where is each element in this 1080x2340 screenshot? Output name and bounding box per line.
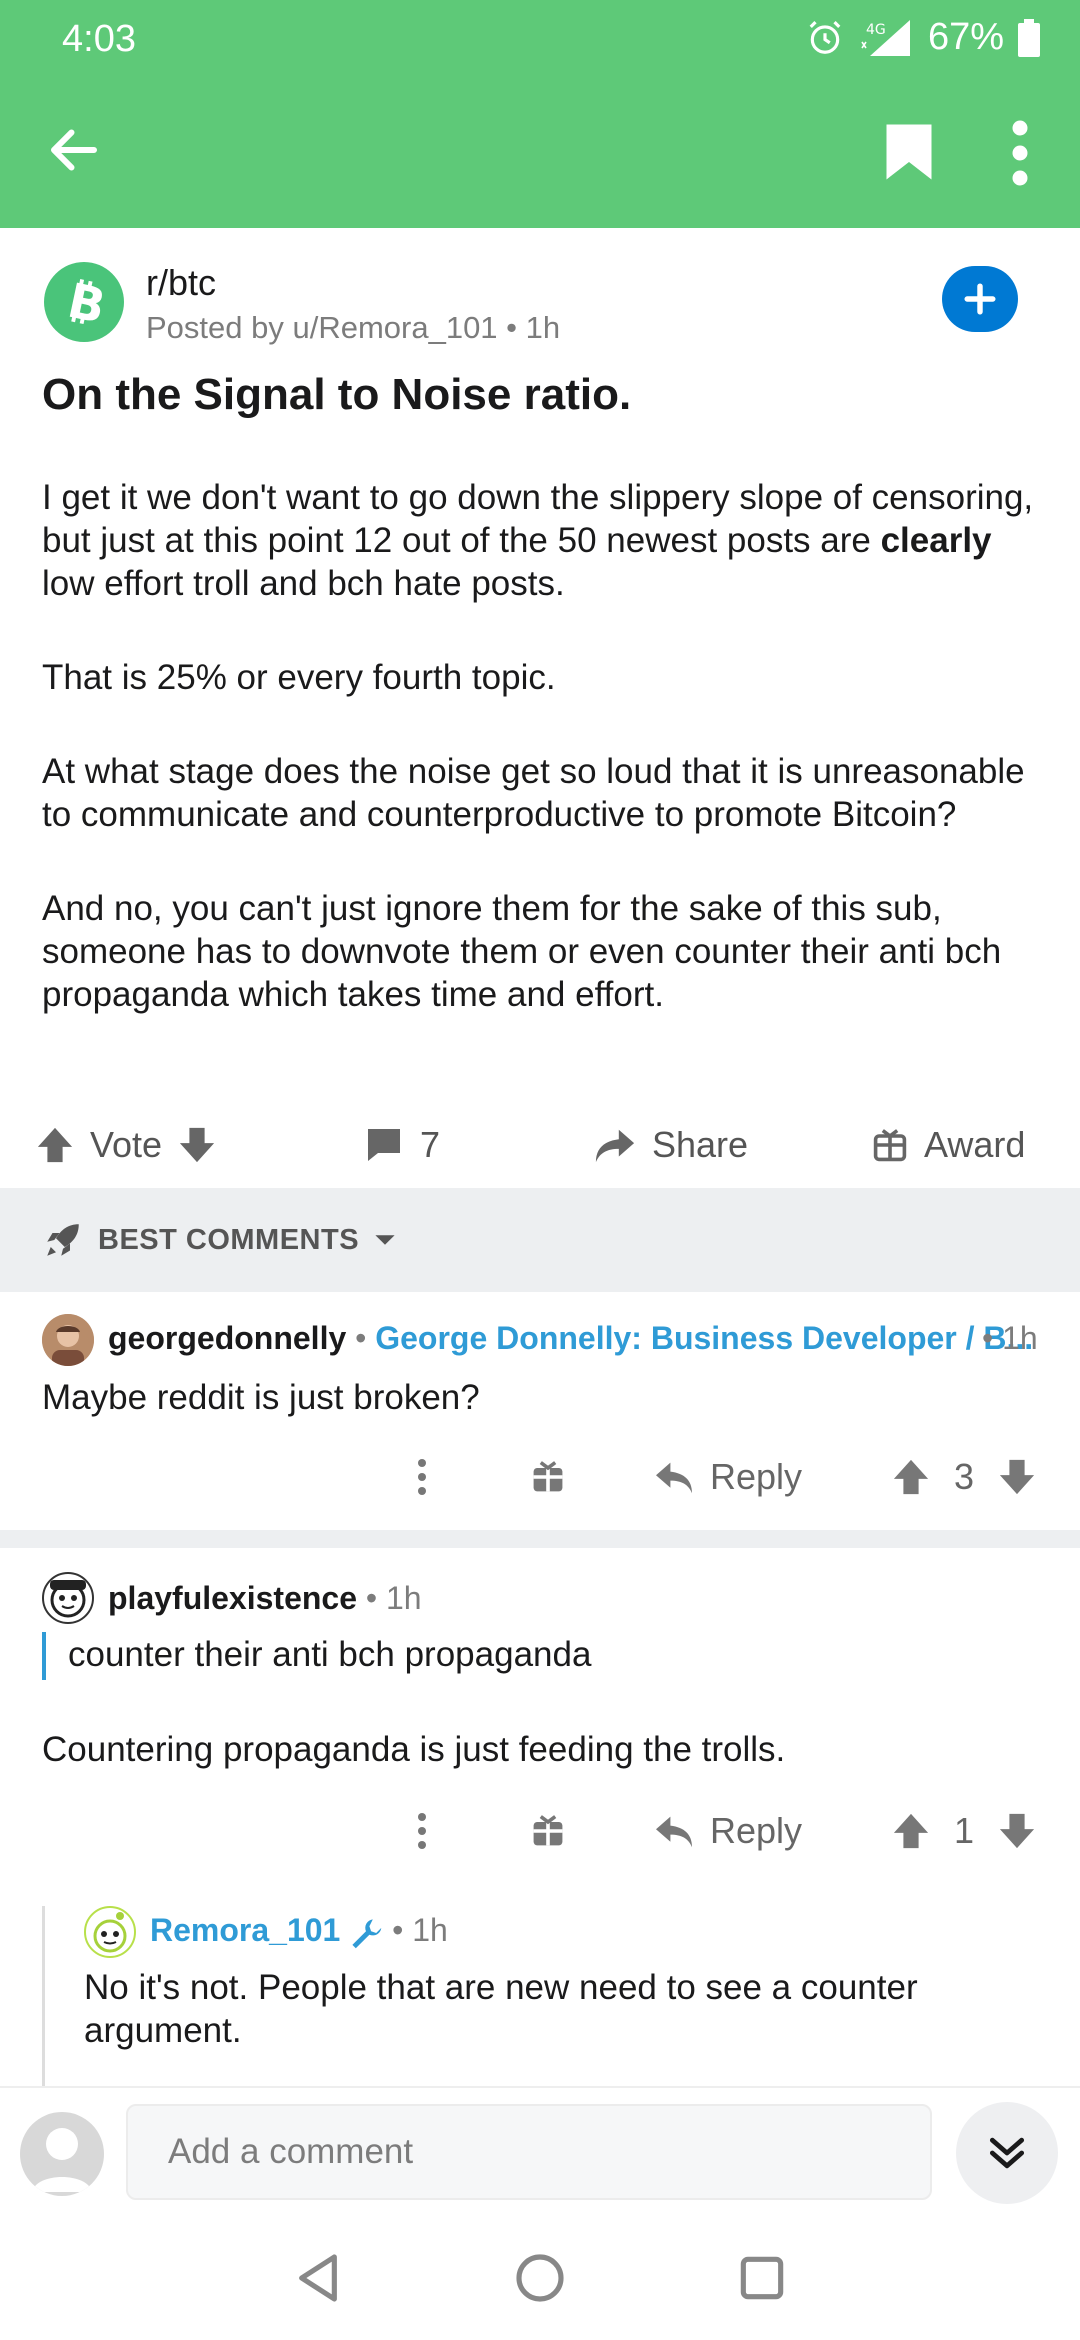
alarm-icon xyxy=(809,20,841,54)
battery-icon xyxy=(1018,18,1040,57)
comment-score: 1 xyxy=(954,1810,975,1851)
snoo-avatar-icon xyxy=(50,1580,86,1618)
comment-header: georgedonnelly • George Donnelly: Busine… xyxy=(108,1320,1033,1357)
sort-label: BEST COMMENTS xyxy=(98,1223,360,1256)
app-header: 4:03 4G 67% xyxy=(0,0,1080,228)
award-button[interactable]: Award xyxy=(872,1100,1025,1190)
comment-username[interactable]: Remora_101 xyxy=(150,1912,340,1948)
system-nav-bar xyxy=(0,2216,1080,2340)
join-button[interactable] xyxy=(942,266,1018,332)
chevron-down-icon xyxy=(375,1235,395,1245)
thread-line xyxy=(42,1906,45,2086)
more-vertical-icon[interactable] xyxy=(1000,118,1040,188)
gift-icon[interactable] xyxy=(530,1812,566,1850)
reply-label: Reply xyxy=(710,1810,803,1851)
rocket-icon xyxy=(47,1224,79,1256)
reply-icon xyxy=(656,1462,692,1494)
comment-time: • 1h xyxy=(982,1320,1038,1356)
more-vertical-icon[interactable] xyxy=(412,1811,432,1851)
plus-icon xyxy=(964,283,996,315)
comment-username[interactable]: georgedonnelly xyxy=(108,1320,346,1356)
comment-actions: Reply 1 xyxy=(0,1796,1080,1866)
comment-icon xyxy=(368,1129,400,1161)
moderator-wrench-icon xyxy=(352,1918,382,1948)
gift-icon xyxy=(873,1129,907,1162)
post-bold-text: clearly xyxy=(880,521,992,560)
reply-label: Reply xyxy=(710,1456,803,1497)
snoo-avatar-icon xyxy=(93,1912,127,1953)
avatar[interactable] xyxy=(84,1906,136,1958)
subreddit-name[interactable]: r/btc xyxy=(146,262,216,304)
avatar[interactable] xyxy=(42,1572,94,1624)
nav-back-icon[interactable] xyxy=(290,2250,346,2306)
nav-recents-icon[interactable] xyxy=(734,2250,790,2306)
battery-percent: 67% xyxy=(927,16,1004,58)
toolbar xyxy=(0,80,1080,228)
comment: georgedonnelly • George Donnelly: Busine… xyxy=(0,1292,1080,1530)
comment-count: 7 xyxy=(420,1124,441,1165)
downvote-icon[interactable] xyxy=(178,1126,216,1164)
comment-quote: counter their anti bch propaganda xyxy=(42,1632,591,1680)
separator: • xyxy=(355,1320,376,1356)
downvote-icon[interactable] xyxy=(998,1458,1036,1496)
reply-button[interactable]: Reply xyxy=(654,1456,802,1498)
reply-button[interactable]: Reply xyxy=(654,1810,802,1852)
comments-button[interactable]: 7 xyxy=(364,1100,440,1190)
user-photo-icon xyxy=(42,1314,94,1366)
post-body: I get it we don't want to go down the sl… xyxy=(42,476,1042,1067)
upvote-icon[interactable] xyxy=(36,1126,74,1164)
divider xyxy=(0,1530,1080,1548)
post-action-bar: Vote 7 Share Award xyxy=(0,1100,1080,1190)
avatar[interactable] xyxy=(20,2112,104,2196)
post-title: On the Signal to Noise ratio. xyxy=(42,370,632,419)
post-paragraph: At what stage does the noise get so loud… xyxy=(42,752,1025,834)
comment-composer: Add a comment xyxy=(0,2086,1080,2216)
gift-icon[interactable] xyxy=(530,1458,566,1496)
vote-label: Vote xyxy=(90,1124,163,1165)
bookmark-icon[interactable] xyxy=(884,122,934,182)
comment-text: Maybe reddit is just broken? xyxy=(42,1378,480,1417)
comment-username[interactable]: playfulexistence xyxy=(108,1580,357,1616)
sort-selector[interactable]: BEST COMMENTS xyxy=(0,1188,1080,1292)
vote-group: Vote xyxy=(36,1100,216,1190)
nav-home-icon[interactable] xyxy=(512,2250,568,2306)
post-text: low effort troll and bch hate posts. xyxy=(42,564,565,603)
share-button[interactable]: Share xyxy=(594,1100,748,1190)
status-bar: 4:03 4G 67% xyxy=(0,0,1080,80)
post-paragraph: I get it we don't want to go down the sl… xyxy=(42,476,1042,605)
bitcoin-icon: B xyxy=(63,276,110,328)
comment-input[interactable]: Add a comment xyxy=(126,2104,932,2200)
comment-header: Remora_101 • 1h xyxy=(150,1912,448,1950)
award-label: Award xyxy=(924,1124,1026,1165)
comment-text: No it's not. People that are new need to… xyxy=(84,1968,918,2050)
posted-by[interactable]: Posted by u/Remora_101 • 1h xyxy=(146,310,560,346)
status-icons: 4G 67% xyxy=(806,16,1040,59)
upvote-icon[interactable] xyxy=(892,1812,930,1850)
svg-text:B: B xyxy=(63,276,110,328)
user-icon xyxy=(32,2128,92,2192)
double-chevron-down-icon xyxy=(989,2137,1025,2169)
jump-down-button[interactable] xyxy=(956,2102,1058,2204)
comment-header: playfulexistence • 1h xyxy=(108,1580,422,1617)
share-icon xyxy=(595,1129,635,1163)
reply-icon xyxy=(656,1816,692,1848)
status-time: 4:03 xyxy=(62,18,136,60)
comment-score: 3 xyxy=(954,1456,975,1497)
post-paragraph: That is 25% or every fourth topic. xyxy=(42,658,556,697)
arrow-left-icon[interactable] xyxy=(44,120,104,180)
comment-text: Countering propaganda is just feeding th… xyxy=(42,1730,786,1769)
comment-time: • 1h xyxy=(392,1912,448,1948)
upvote-icon[interactable] xyxy=(892,1458,930,1496)
avatar[interactable] xyxy=(42,1314,94,1366)
downvote-icon[interactable] xyxy=(998,1812,1036,1850)
comment-time: • 1h xyxy=(365,1580,422,1616)
svg-text:4G: 4G xyxy=(866,22,886,38)
signal-icon: 4G xyxy=(861,19,910,56)
comment-actions: Reply 3 xyxy=(0,1442,1080,1512)
share-label: Share xyxy=(652,1124,749,1165)
post-paragraph: And no, you can't just ignore them for t… xyxy=(42,889,1002,1014)
subreddit-avatar[interactable]: B xyxy=(44,262,124,342)
more-vertical-icon[interactable] xyxy=(412,1457,432,1497)
user-flair: George Donnelly: Business Developer / B.… xyxy=(375,1320,1034,1356)
